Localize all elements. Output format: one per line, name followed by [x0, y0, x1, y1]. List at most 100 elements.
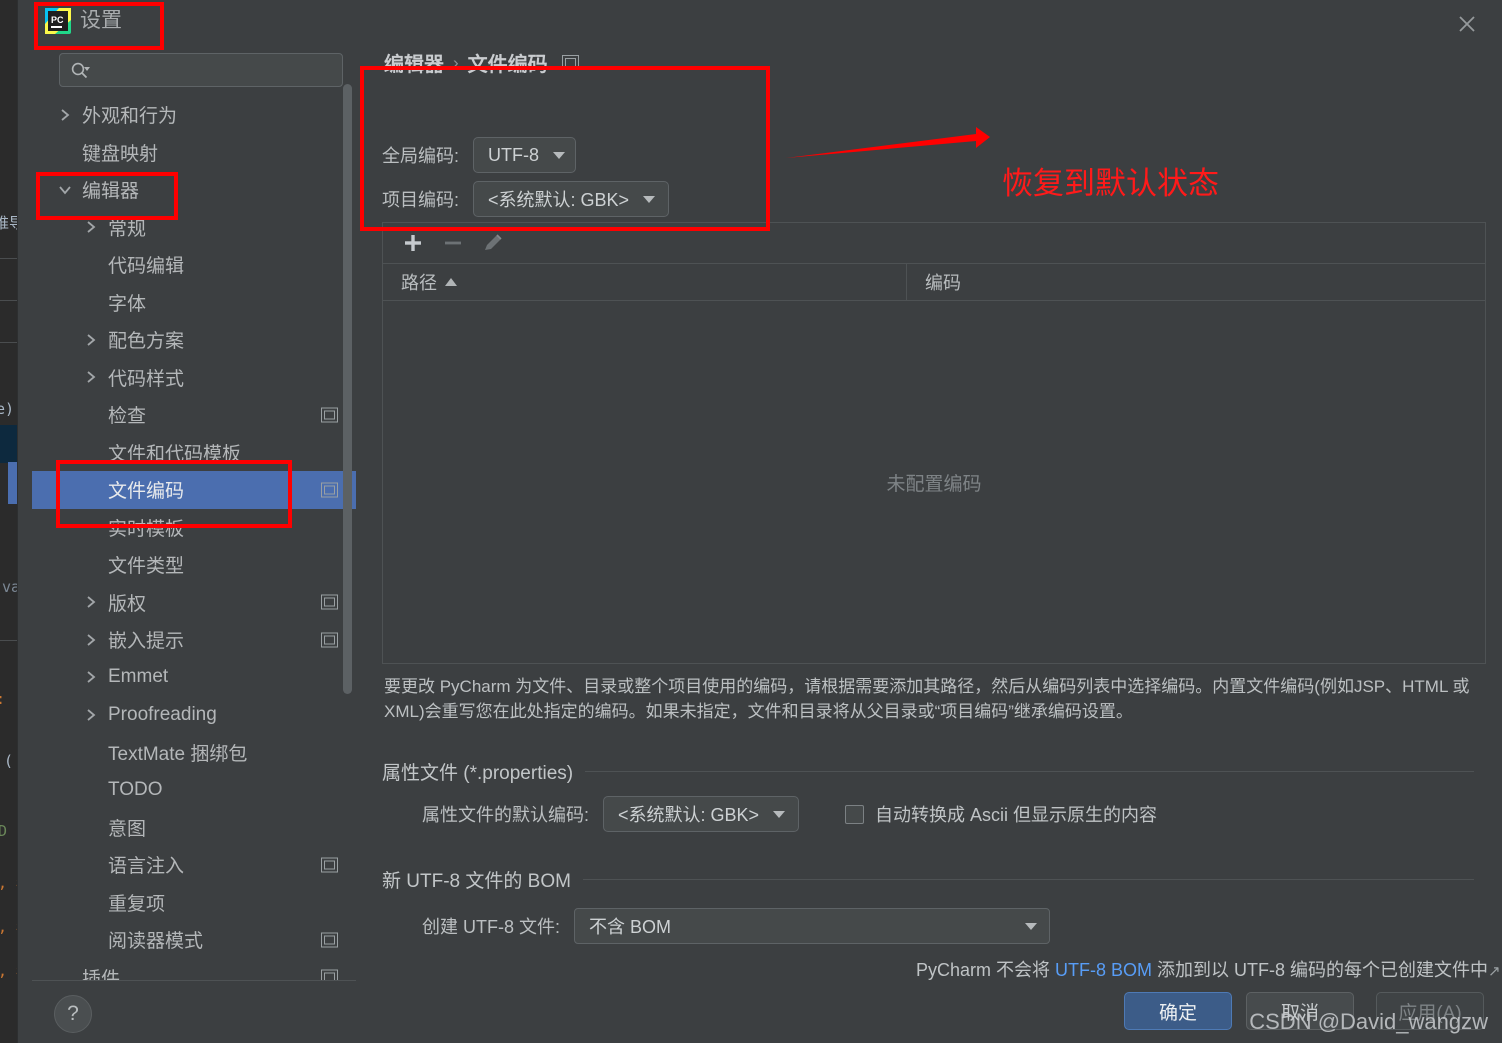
- sidebar-item-7[interactable]: 代码样式: [32, 359, 356, 397]
- breadcrumb-parent[interactable]: 编辑器: [384, 48, 444, 77]
- chevron-down-icon[interactable]: [56, 181, 74, 199]
- settings-dialog: PC 设置 外观和行为 键盘映射 编辑器 常规 代码编辑 字体 配色方案 代码样…: [18, 0, 1502, 1043]
- ok-button[interactable]: 确定: [1124, 992, 1232, 1030]
- watermark: CSDN @David_wangzw: [1249, 1009, 1488, 1034]
- project-encoding-select[interactable]: <系统默认: GBK>: [473, 181, 670, 217]
- help-button[interactable]: ?: [54, 995, 92, 1033]
- settings-sync-icon: [321, 594, 338, 610]
- sidebar-item-5[interactable]: 字体: [32, 284, 356, 322]
- annotation-arrow: [786, 127, 990, 158]
- sidebar-item-22[interactable]: 阅读器模式: [32, 921, 356, 959]
- global-encoding-label: 全局编码:: [382, 146, 460, 166]
- annotation-note: 恢复到默认状态: [1002, 166, 1219, 201]
- bg-text-fragment: e): [0, 400, 15, 418]
- sidebar-item-20[interactable]: 语言注入: [32, 846, 356, 884]
- chevron-right-icon[interactable]: [82, 331, 100, 349]
- sidebar-item-4[interactable]: 代码编辑: [32, 246, 356, 284]
- table-header-path-label: 路径: [401, 273, 437, 293]
- sidebar-item-label: 键盘映射: [82, 143, 159, 165]
- sidebar-item-6[interactable]: 配色方案: [32, 321, 356, 359]
- sort-ascending-icon: [445, 278, 457, 286]
- sidebar-item-14[interactable]: 嵌入提示: [32, 621, 356, 659]
- close-icon[interactable]: [1446, 6, 1488, 42]
- table-header-encoding[interactable]: 编码: [907, 264, 961, 300]
- sidebar-item-label: 文件和代码模板: [108, 443, 242, 465]
- sidebar-item-12[interactable]: 文件类型: [32, 546, 356, 584]
- search-box[interactable]: [59, 53, 343, 88]
- chevron-right-icon[interactable]: [82, 593, 100, 611]
- sidebar-item-16[interactable]: Proofreading: [32, 696, 356, 734]
- sidebar-item-label: 配色方案: [108, 331, 185, 353]
- sidebar-item-2[interactable]: 编辑器: [32, 171, 356, 209]
- chevron-right-icon[interactable]: [82, 668, 100, 686]
- bom-create-select[interactable]: 不含 BOM: [574, 908, 1050, 944]
- properties-default-encoding-select[interactable]: <系统默认: GBK>: [603, 796, 800, 832]
- sidebar-item-1[interactable]: 键盘映射: [32, 134, 356, 172]
- sidebar-item-label: Emmet: [108, 666, 169, 688]
- settings-content: 编辑器 › 文件编码 全局编码: UTF-8 项目编码: <系统默认: GBK>: [364, 40, 1501, 982]
- pycharm-icon: PC: [45, 8, 71, 34]
- sidebar-item-label: 代码样式: [108, 368, 185, 390]
- settings-tree[interactable]: 外观和行为键盘映射编辑器常规代码编辑字体配色方案代码样式检查文件和代码模板文件编…: [32, 96, 356, 982]
- global-encoding-select[interactable]: UTF-8: [473, 137, 577, 173]
- sidebar-scrollbar[interactable]: [343, 84, 352, 694]
- sidebar-item-label: 常规: [108, 218, 147, 240]
- table-header-path[interactable]: 路径: [383, 264, 907, 300]
- sidebar-item-21[interactable]: 重复项: [32, 884, 356, 922]
- sidebar-item-18[interactable]: TODO: [32, 771, 356, 809]
- sidebar-item-0[interactable]: 外观和行为: [32, 96, 356, 134]
- search-input[interactable]: [98, 54, 340, 88]
- sidebar-item-label: 实时模板: [108, 518, 185, 540]
- sidebar-item-label: Proofreading: [108, 703, 217, 725]
- chevron-right-icon[interactable]: [82, 368, 100, 386]
- sidebar-item-label: 检查: [108, 406, 147, 428]
- sidebar-item-3[interactable]: 常规: [32, 209, 356, 247]
- chevron-right-icon[interactable]: [82, 631, 100, 649]
- svg-text:PC: PC: [51, 15, 64, 25]
- bom-hint: PyCharm 不会将 UTF-8 BOM 添加到以 UTF-8 编码的每个已创…: [916, 956, 1501, 982]
- bom-hint-link[interactable]: UTF-8 BOM: [1055, 960, 1152, 980]
- sidebar-item-23[interactable]: 插件: [32, 959, 356, 982]
- sidebar-item-13[interactable]: 版权: [32, 584, 356, 622]
- sidebar-item-label: 编辑器: [82, 181, 140, 203]
- sidebar-item-label: 阅读器模式: [108, 931, 204, 953]
- settings-sync-icon: [321, 632, 338, 648]
- table-toolbar: [382, 222, 1486, 264]
- sidebar-item-label: 文件类型: [108, 556, 185, 578]
- chevron-right-icon[interactable]: [56, 106, 74, 124]
- sidebar-item-10[interactable]: 文件编码: [32, 471, 356, 509]
- pencil-icon: [478, 228, 508, 258]
- ascii-transparent-label: 自动转换成 Ascii 但显示原生的内容: [875, 805, 1158, 825]
- ascii-transparent-checkbox[interactable]: 自动转换成 Ascii 但显示原生的内容: [845, 801, 1157, 827]
- sidebar-item-8[interactable]: 检查: [32, 396, 356, 434]
- bom-hint-prefix: PyCharm 不会将: [916, 960, 1056, 980]
- bg-text-fragment: (: [4, 752, 14, 770]
- sidebar-item-19[interactable]: 意图: [32, 809, 356, 847]
- chevron-down-icon: [773, 810, 786, 818]
- project-encoding-label: 项目编码:: [382, 190, 460, 210]
- sidebar-item-11[interactable]: 实时模板: [32, 509, 356, 547]
- sidebar-item-label: 外观和行为: [82, 106, 178, 128]
- sidebar-item-17[interactable]: TextMate 捆绑包: [32, 734, 356, 772]
- global-encoding-value: UTF-8: [488, 144, 540, 165]
- breadcrumb-current: 文件编码: [467, 54, 548, 76]
- sidebar-item-label: 语言注入: [108, 856, 185, 878]
- chevron-right-icon[interactable]: [82, 218, 100, 236]
- properties-default-encoding-label: 属性文件的默认编码:: [422, 805, 590, 825]
- plus-icon[interactable]: [398, 228, 428, 258]
- search-icon: [70, 61, 90, 86]
- sidebar-item-label: 字体: [108, 293, 147, 315]
- settings-sync-icon: [561, 55, 579, 70]
- chevron-right-icon[interactable]: [82, 706, 100, 724]
- sidebar-item-9[interactable]: 文件和代码模板: [32, 434, 356, 472]
- sidebar-item-15[interactable]: Emmet: [32, 659, 356, 697]
